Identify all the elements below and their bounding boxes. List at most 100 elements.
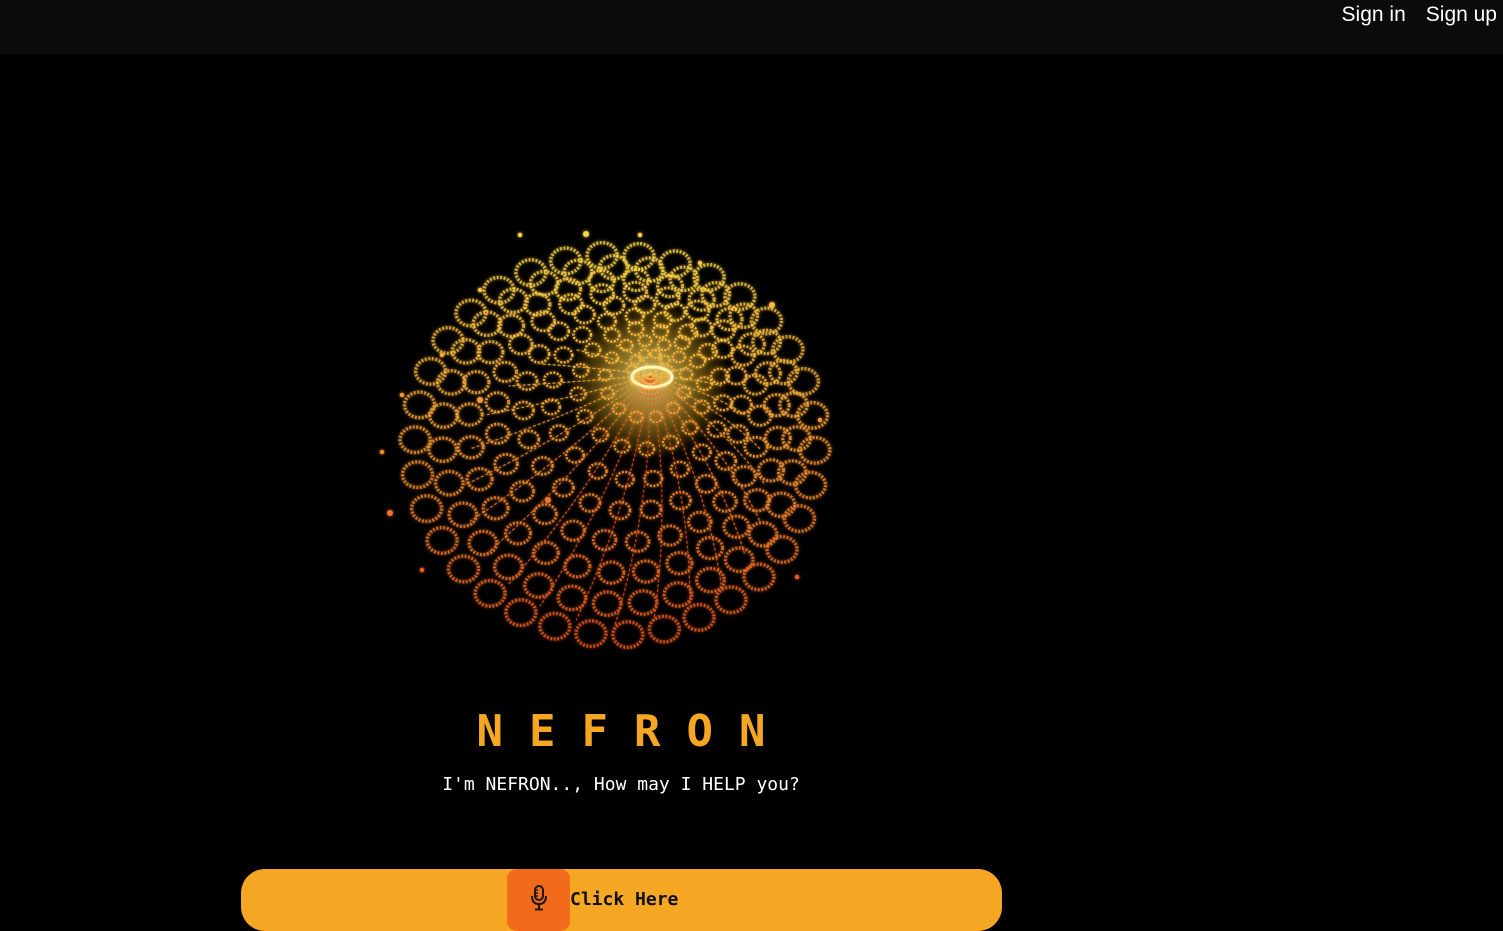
orb-ring bbox=[714, 451, 738, 471]
orb-ring bbox=[517, 429, 541, 450]
orb-ring bbox=[538, 611, 572, 641]
orb-ring bbox=[450, 338, 482, 365]
orb-ring bbox=[462, 370, 491, 395]
orb-ring bbox=[492, 360, 518, 383]
orb-ring bbox=[508, 333, 534, 356]
orb-speck bbox=[399, 392, 405, 398]
microphone-button[interactable] bbox=[507, 869, 570, 931]
orb-ring bbox=[639, 499, 663, 520]
orb-ring bbox=[714, 585, 748, 615]
orb-ring bbox=[730, 394, 753, 415]
orb-ring bbox=[743, 435, 769, 458]
orb-ring bbox=[484, 422, 511, 445]
voice-input-bar[interactable]: Click Here bbox=[241, 869, 1002, 931]
orb-ring bbox=[435, 369, 467, 396]
orb-ring bbox=[433, 469, 465, 497]
orb-speck bbox=[379, 449, 385, 455]
orb-ring bbox=[643, 470, 664, 488]
sign-up-link[interactable]: Sign up bbox=[1426, 2, 1497, 28]
orb-speck bbox=[637, 232, 643, 238]
orb-ring bbox=[669, 490, 692, 511]
orb-speck bbox=[697, 260, 703, 266]
orb-ring bbox=[532, 503, 558, 526]
orb-ring bbox=[465, 467, 494, 492]
orb-ring bbox=[398, 425, 432, 455]
orb-ring bbox=[531, 540, 560, 565]
orb-ring bbox=[515, 371, 539, 391]
orb-ring bbox=[608, 500, 632, 521]
voice-input-label: Click Here bbox=[570, 889, 679, 910]
orb-speck bbox=[794, 574, 800, 580]
orb-ring bbox=[691, 443, 712, 461]
orb-ring bbox=[627, 589, 659, 616]
orb-ring bbox=[776, 459, 808, 486]
orb-ring bbox=[509, 480, 536, 503]
orb-speck bbox=[517, 232, 523, 238]
orb-ring bbox=[742, 562, 776, 592]
orb-ring bbox=[528, 269, 560, 297]
orb-ring bbox=[782, 504, 817, 534]
orb-ring bbox=[743, 488, 772, 513]
orb-ring bbox=[622, 241, 656, 271]
orb-ring bbox=[753, 361, 782, 386]
orb-ring bbox=[798, 435, 832, 465]
orb-ring bbox=[427, 402, 459, 429]
orb-ring bbox=[631, 559, 660, 584]
orb-speck bbox=[387, 510, 393, 516]
orb-ring bbox=[467, 529, 499, 557]
orb-ring bbox=[531, 456, 554, 476]
assistant-tagline: I'm NEFRON.., How may I HELP you? bbox=[442, 774, 800, 795]
orb-ring bbox=[658, 249, 692, 279]
orb-ring bbox=[591, 528, 618, 551]
microphone-icon bbox=[529, 884, 549, 916]
sign-in-link[interactable]: Sign in bbox=[1342, 2, 1406, 28]
orb-ring bbox=[786, 366, 821, 396]
orb-ring bbox=[747, 520, 779, 548]
orb-ring bbox=[481, 496, 510, 521]
orb-speck bbox=[477, 287, 483, 293]
nefron-orb-animation bbox=[360, 220, 860, 690]
orb-ring bbox=[696, 535, 725, 561]
orb-ring bbox=[585, 240, 619, 270]
top-nav-bar: Sign in Sign up bbox=[0, 0, 1503, 54]
orb-ring bbox=[662, 581, 694, 608]
orb-ring bbox=[497, 313, 526, 338]
orb-ring bbox=[547, 321, 571, 341]
orb-ring bbox=[558, 293, 584, 316]
orb-ring bbox=[455, 402, 484, 427]
orb-ring bbox=[765, 491, 797, 519]
orb-ring bbox=[722, 514, 751, 539]
orb-ring bbox=[614, 470, 635, 488]
orb-ring bbox=[492, 553, 524, 581]
orb-ring bbox=[765, 535, 799, 565]
orb-ring bbox=[427, 436, 459, 463]
orb-ring bbox=[542, 371, 563, 389]
orb-ring bbox=[473, 578, 507, 608]
orb-speck bbox=[583, 231, 589, 237]
orb-ring bbox=[793, 470, 828, 500]
orb-ring bbox=[687, 510, 713, 533]
orb-ring bbox=[573, 304, 596, 325]
orb-speck bbox=[817, 417, 823, 423]
orb-ring bbox=[682, 602, 716, 632]
orb-ring bbox=[591, 590, 623, 617]
orb-ring bbox=[747, 404, 773, 427]
orb-ring bbox=[578, 493, 602, 513]
orb-ring bbox=[574, 619, 608, 649]
brand-title: NEFRON bbox=[476, 706, 792, 757]
orb-ring bbox=[484, 391, 511, 414]
orb-ring bbox=[446, 554, 481, 584]
orb-ring bbox=[553, 346, 574, 364]
orb-ring bbox=[624, 530, 651, 553]
orb-ring bbox=[778, 391, 810, 418]
orb-ring bbox=[482, 275, 516, 305]
orb-ring bbox=[694, 473, 718, 494]
orb-ring bbox=[431, 325, 465, 355]
orb-speck bbox=[419, 567, 425, 573]
orb-ring bbox=[504, 598, 538, 628]
orb-ring bbox=[710, 319, 737, 342]
orb-ring bbox=[512, 400, 535, 421]
auth-links: Sign in Sign up bbox=[1342, 2, 1497, 28]
orb-ring bbox=[611, 620, 645, 650]
orb-ring bbox=[597, 560, 626, 585]
